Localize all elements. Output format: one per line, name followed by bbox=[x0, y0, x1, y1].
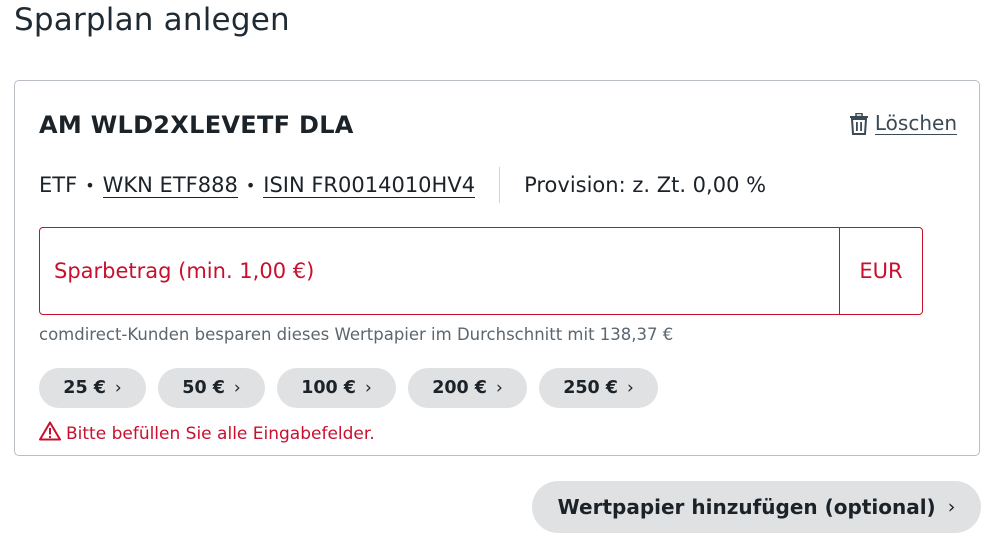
preset-chip-100[interactable]: 100 € › bbox=[277, 368, 396, 408]
page-title: Sparplan anlegen bbox=[14, 2, 290, 38]
chevron-right-icon: › bbox=[233, 378, 241, 398]
delete-button[interactable]: Löschen bbox=[849, 112, 957, 135]
preset-chip-50[interactable]: 50 € › bbox=[158, 368, 265, 408]
savings-plan-card: AM WLD2XLEVETF DLA Löschen ETF • WKN ETF… bbox=[14, 80, 980, 456]
meta-divider bbox=[499, 167, 501, 203]
savings-amount-field: EUR bbox=[39, 227, 923, 315]
chip-label: 25 € bbox=[63, 378, 106, 398]
delete-label: Löschen bbox=[874, 111, 957, 135]
chip-label: 100 € bbox=[301, 378, 356, 398]
preset-chip-250[interactable]: 250 € › bbox=[539, 368, 658, 408]
savings-amount-input[interactable] bbox=[40, 228, 839, 314]
chip-label: 200 € bbox=[432, 378, 487, 398]
security-meta: ETF • WKN ETF888 • ISIN FR0014010HV4 Pro… bbox=[39, 167, 766, 203]
chevron-right-icon: › bbox=[365, 378, 372, 398]
error-message: Bitte befüllen Sie alle Eingabefelder. bbox=[66, 423, 375, 444]
chevron-right-icon: › bbox=[496, 378, 503, 398]
preset-chip-200[interactable]: 200 € › bbox=[408, 368, 527, 408]
amount-presets: 25 € › 50 € › 100 € › 200 € › 250 € › bbox=[39, 368, 658, 408]
meta-separator: • bbox=[245, 175, 256, 195]
currency-label: EUR bbox=[839, 228, 922, 314]
security-type: ETF bbox=[39, 173, 78, 197]
product-name: AM WLD2XLEVETF DLA bbox=[39, 111, 354, 139]
chevron-right-icon: › bbox=[627, 378, 634, 398]
add-security-label: Wertpapier hinzufügen (optional) bbox=[557, 495, 936, 519]
warning-triangle-icon bbox=[39, 421, 61, 446]
validation-error: Bitte befüllen Sie alle Eingabefelder. bbox=[39, 421, 375, 446]
wkn-link[interactable]: WKN ETF888 bbox=[102, 173, 238, 198]
meta-separator: • bbox=[85, 175, 95, 195]
average-savings-hint: comdirect-Kunden besparen dieses Wertpap… bbox=[39, 325, 674, 344]
preset-chip-25[interactable]: 25 € › bbox=[39, 368, 146, 408]
chevron-right-icon: › bbox=[947, 496, 956, 518]
chevron-right-icon: › bbox=[114, 378, 122, 398]
commission-text: Provision: z. Zt. 0,00 % bbox=[524, 173, 767, 197]
chip-label: 50 € bbox=[182, 378, 225, 398]
chip-label: 250 € bbox=[563, 378, 618, 398]
add-security-button[interactable]: Wertpapier hinzufügen (optional) › bbox=[532, 481, 981, 533]
trash-icon bbox=[849, 112, 869, 135]
isin-link[interactable]: ISIN FR0014010HV4 bbox=[263, 173, 476, 198]
